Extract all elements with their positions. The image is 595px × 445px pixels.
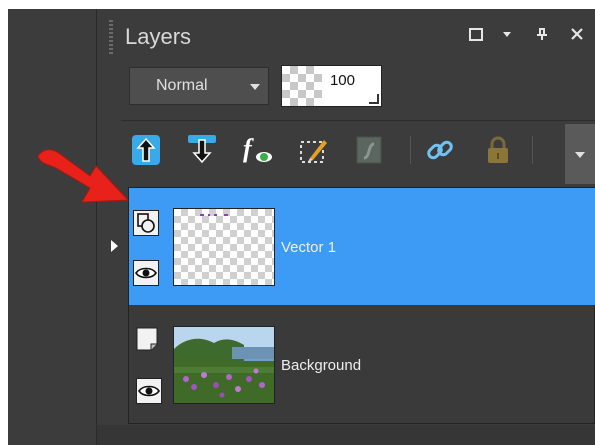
toolbar-divider <box>121 120 595 121</box>
chevron-down-icon <box>575 152 585 158</box>
eye-icon[interactable] <box>133 260 159 286</box>
layer-thumbnail <box>173 208 275 286</box>
vector-layer-type-icon[interactable] <box>133 210 159 236</box>
raster-layer-type-icon[interactable] <box>136 327 162 353</box>
panel-footer <box>97 425 595 445</box>
toolbar-separator <box>532 136 533 164</box>
svg-text:f: f <box>243 134 254 163</box>
resize-grip-icon <box>369 94 379 104</box>
move-layer-up-icon[interactable] <box>129 133 163 167</box>
chevron-down-icon <box>250 84 260 90</box>
blend-mode-value: Normal <box>156 77 208 94</box>
link-icon[interactable] <box>423 133 457 167</box>
lock-icon[interactable] <box>481 133 515 167</box>
toolbar-separator <box>410 136 411 164</box>
blend-mode-dropdown[interactable]: Normal <box>129 67 269 105</box>
annotation-arrow-icon <box>37 149 130 203</box>
eye-icon[interactable] <box>136 378 162 404</box>
close-icon[interactable] <box>567 24 587 48</box>
layer-styles-icon[interactable]: f <box>241 133 275 167</box>
panel-grip-handle[interactable] <box>109 20 113 56</box>
more-options-button[interactable] <box>565 124 595 184</box>
panel-menu-icon[interactable] <box>497 24 517 48</box>
layers-list: Vector 1 Background <box>128 187 595 424</box>
layer-row-background[interactable]: Background <box>129 305 595 423</box>
left-dock-area <box>8 9 97 445</box>
pin-icon[interactable] <box>532 24 552 48</box>
layer-thumbnail <box>173 326 275 404</box>
vector-path-icon[interactable] <box>353 133 387 167</box>
layer-name: Background <box>281 357 362 374</box>
opacity-field[interactable]: 100 <box>281 65 382 107</box>
expand-layer-icon[interactable] <box>111 240 118 252</box>
edit-mask-icon[interactable] <box>297 133 331 167</box>
maximize-icon[interactable] <box>466 24 486 48</box>
layer-name: Vector 1 <box>281 239 337 256</box>
move-layer-down-icon[interactable] <box>185 133 219 167</box>
panel-title: Layers <box>125 24 192 49</box>
layer-row-vector-1[interactable]: Vector 1 <box>129 188 595 305</box>
opacity-value: 100 <box>329 72 355 89</box>
